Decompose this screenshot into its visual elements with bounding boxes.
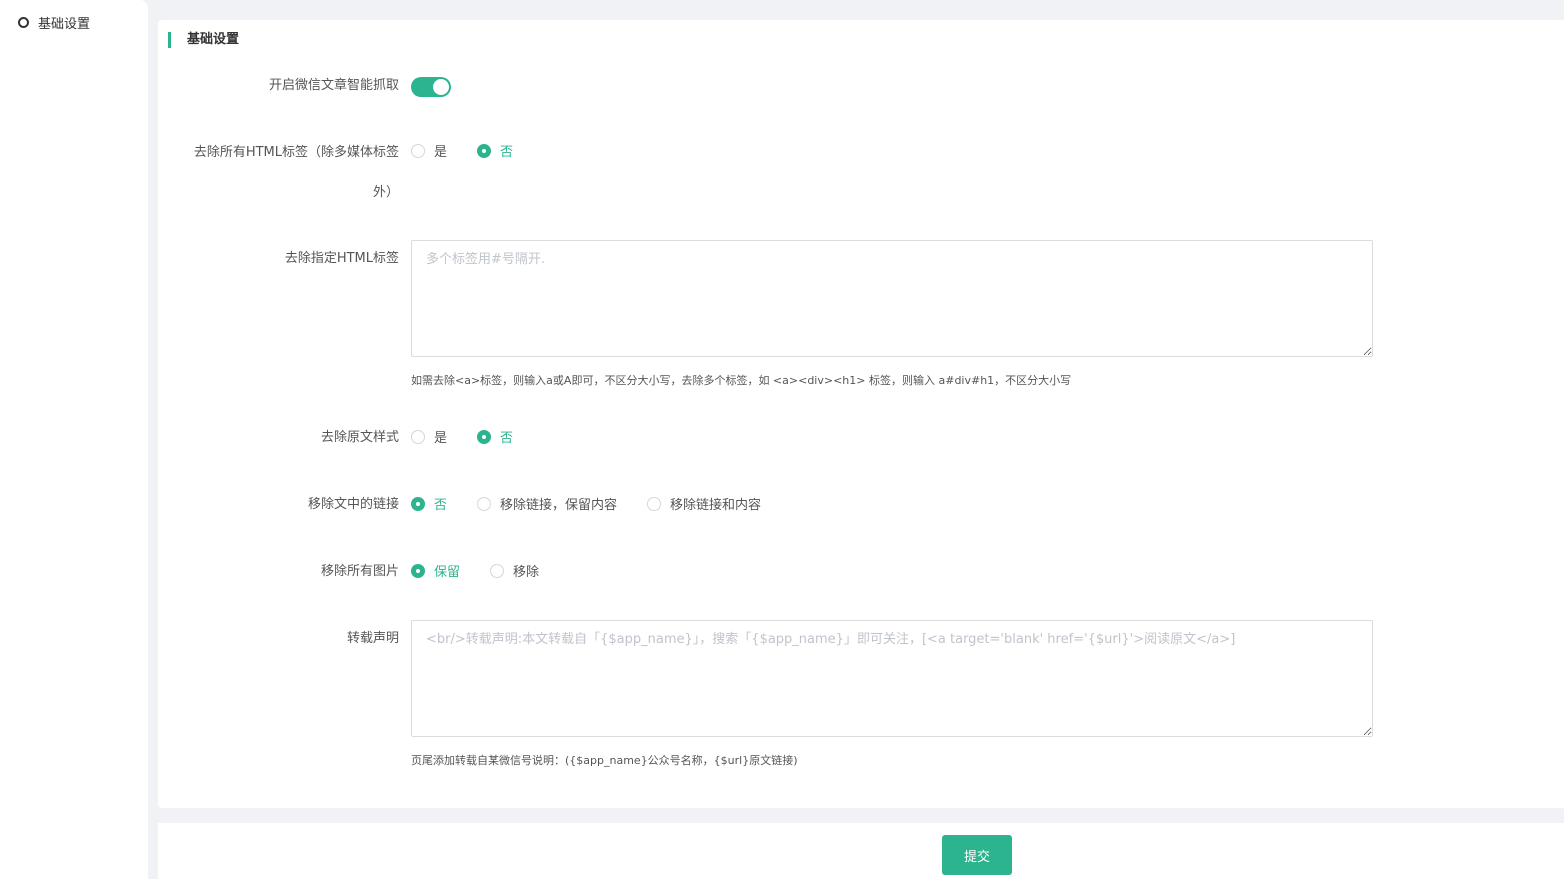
remove-images-option-remove[interactable]: 移除 <box>490 561 539 580</box>
radio-circle-checked <box>477 143 492 158</box>
strip-original-style-label: 去除原文样式 <box>320 430 399 445</box>
sidebar: 基础设置 <box>0 0 148 879</box>
remove-links-option-remove-all[interactable]: 移除链接和内容 <box>647 494 761 513</box>
strip-all-html-label-line1: 去除所有HTML标签（除多媒体标签 <box>193 145 399 160</box>
reprint-notice-help: 页尾添加转载自某微信号说明：({$app_name}公众号名称，{$url}原文… <box>411 754 798 767</box>
radio-label: 移除 <box>513 565 540 580</box>
radio-circle-checked <box>411 496 425 511</box>
radio-circle <box>490 563 505 578</box>
reprint-notice-label: 转载声明 <box>346 631 399 646</box>
radio-circle <box>411 429 425 444</box>
remove-images-radio-group: 保留 移除 <box>411 561 569 580</box>
submit-button[interactable]: 提交 <box>942 835 1012 875</box>
sidebar-item-basic-settings[interactable]: 基础设置 <box>18 13 90 32</box>
radio-circle-checked <box>411 563 425 578</box>
strip-all-html-label-line2: 外） <box>372 185 399 200</box>
remove-links-radio-group: 否 移除链接，保留内容 移除链接和内容 <box>411 494 791 513</box>
radio-circle <box>411 143 425 158</box>
settings-panel: 基础设置 开启微信文章智能抓取 去除所有HTML标签（除多媒体标签 外） 是 否… <box>158 20 1564 808</box>
strip-style-option-no[interactable]: 否 <box>477 427 513 446</box>
remove-links-label: 移除文中的链接 <box>307 497 399 512</box>
strip-all-html-label: 去除所有HTML标签（除多媒体标签 外） <box>158 133 399 213</box>
strip-specific-html-help: 如需去除<a>标签，则输入a或A即可，不区分大小写，去除多个标签，如 <a><d… <box>411 374 1072 387</box>
sidebar-item-label: 基础设置 <box>38 17 91 32</box>
radio-label: 否 <box>434 498 448 513</box>
strip-style-option-yes[interactable]: 是 <box>411 427 447 446</box>
reprint-notice-textarea[interactable] <box>411 620 1373 737</box>
smart-fetch-label: 开启微信文章智能抓取 <box>268 78 399 93</box>
strip-specific-html-label: 去除指定HTML标签 <box>284 251 399 266</box>
radio-label: 是 <box>434 145 448 160</box>
remove-links-option-keep-content[interactable]: 移除链接，保留内容 <box>477 494 617 513</box>
smart-fetch-toggle[interactable] <box>411 77 451 97</box>
radio-label: 否 <box>500 431 514 446</box>
strip-all-html-option-no[interactable]: 否 <box>477 141 513 160</box>
section-title: 基础设置 <box>168 32 239 48</box>
radio-label: 是 <box>434 431 448 446</box>
strip-all-html-option-yes[interactable]: 是 <box>411 141 447 160</box>
radio-circle-checked <box>477 429 492 444</box>
radio-circle <box>647 496 662 511</box>
remove-images-option-keep[interactable]: 保留 <box>411 561 460 580</box>
radio-label: 移除链接，保留内容 <box>500 498 618 513</box>
remove-images-label: 移除所有图片 <box>320 564 399 579</box>
strip-all-html-radio-group: 是 否 <box>411 141 543 160</box>
radio-circle <box>477 496 492 511</box>
remove-links-option-no[interactable]: 否 <box>411 494 447 513</box>
radio-label: 移除链接和内容 <box>670 498 762 513</box>
radio-label: 否 <box>500 145 514 160</box>
radio-label: 保留 <box>434 565 461 580</box>
toggle-knob <box>433 79 449 95</box>
circle-outline-icon <box>18 17 29 28</box>
strip-original-style-radio-group: 是 否 <box>411 427 543 446</box>
footer-bar: 提交 <box>158 823 1564 879</box>
strip-specific-html-textarea[interactable] <box>411 240 1373 357</box>
